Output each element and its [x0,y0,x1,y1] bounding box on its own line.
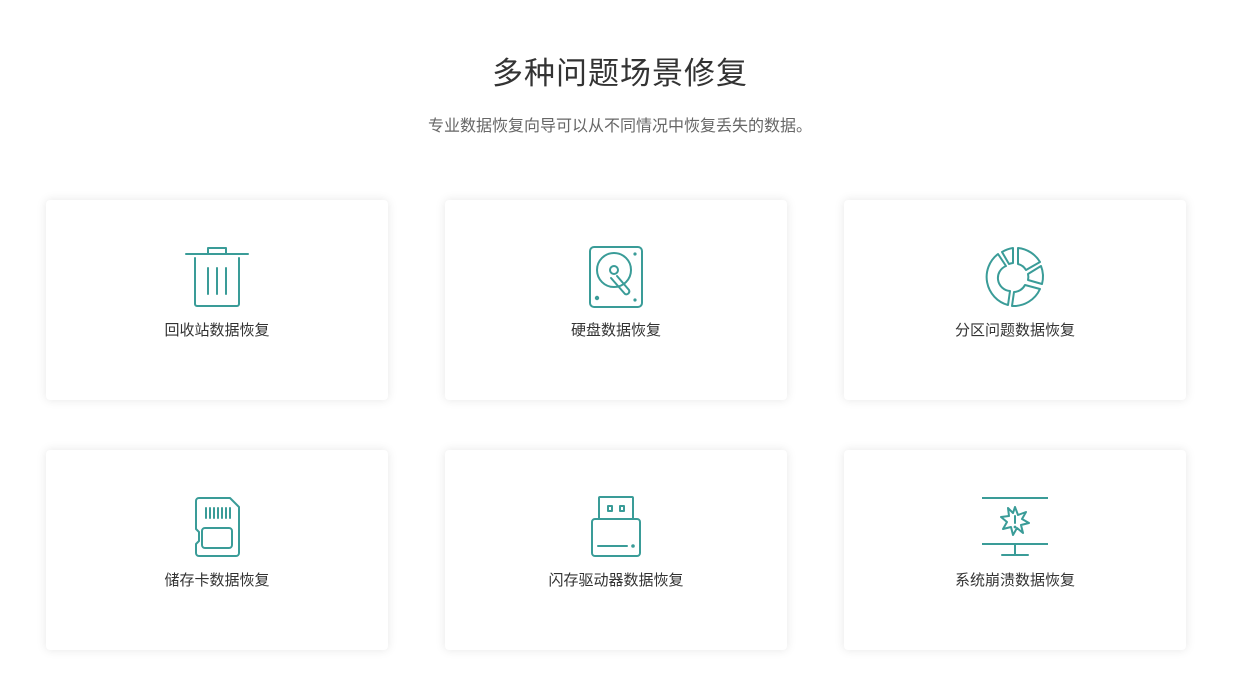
card-label: 储存卡数据恢复 [164,571,270,589]
memory-card-icon [184,494,250,560]
card-memory-card-recovery[interactable]: 储存卡数据恢复 [46,450,388,650]
card-flash-drive-recovery[interactable]: 闪存驱动器数据恢复 [445,450,787,650]
card-label: 系统崩溃数据恢复 [954,571,1075,589]
card-label: 硬盘数据恢复 [570,321,661,339]
system-crash-monitor-icon [982,494,1048,560]
section-subtitle: 专业数据恢复向导可以从不同情况中恢复丢失的数据。 [427,116,812,135]
card-label: 分区问题数据恢复 [954,321,1075,339]
card-system-crash-recovery[interactable]: 系统崩溃数据恢复 [844,450,1186,650]
scenarios-section: 多种问题场景修复 专业数据恢复向导可以从不同情况中恢复丢失的数据。 回收站数据恢… [0,0,1240,692]
partition-icon [982,244,1048,310]
card-recycle-bin-recovery[interactable]: 回收站数据恢复 [46,200,388,400]
card-label: 回收站数据恢复 [164,321,270,339]
card-label: 闪存驱动器数据恢复 [548,571,684,589]
card-hard-drive-recovery[interactable]: 硬盘数据恢复 [445,200,787,400]
recycle-bin-icon [184,244,250,310]
usb-flash-drive-icon [583,494,649,560]
hard-drive-icon [583,244,649,310]
card-partition-recovery[interactable]: 分区问题数据恢复 [844,200,1186,400]
section-title: 多种问题场景修复 [492,56,748,92]
